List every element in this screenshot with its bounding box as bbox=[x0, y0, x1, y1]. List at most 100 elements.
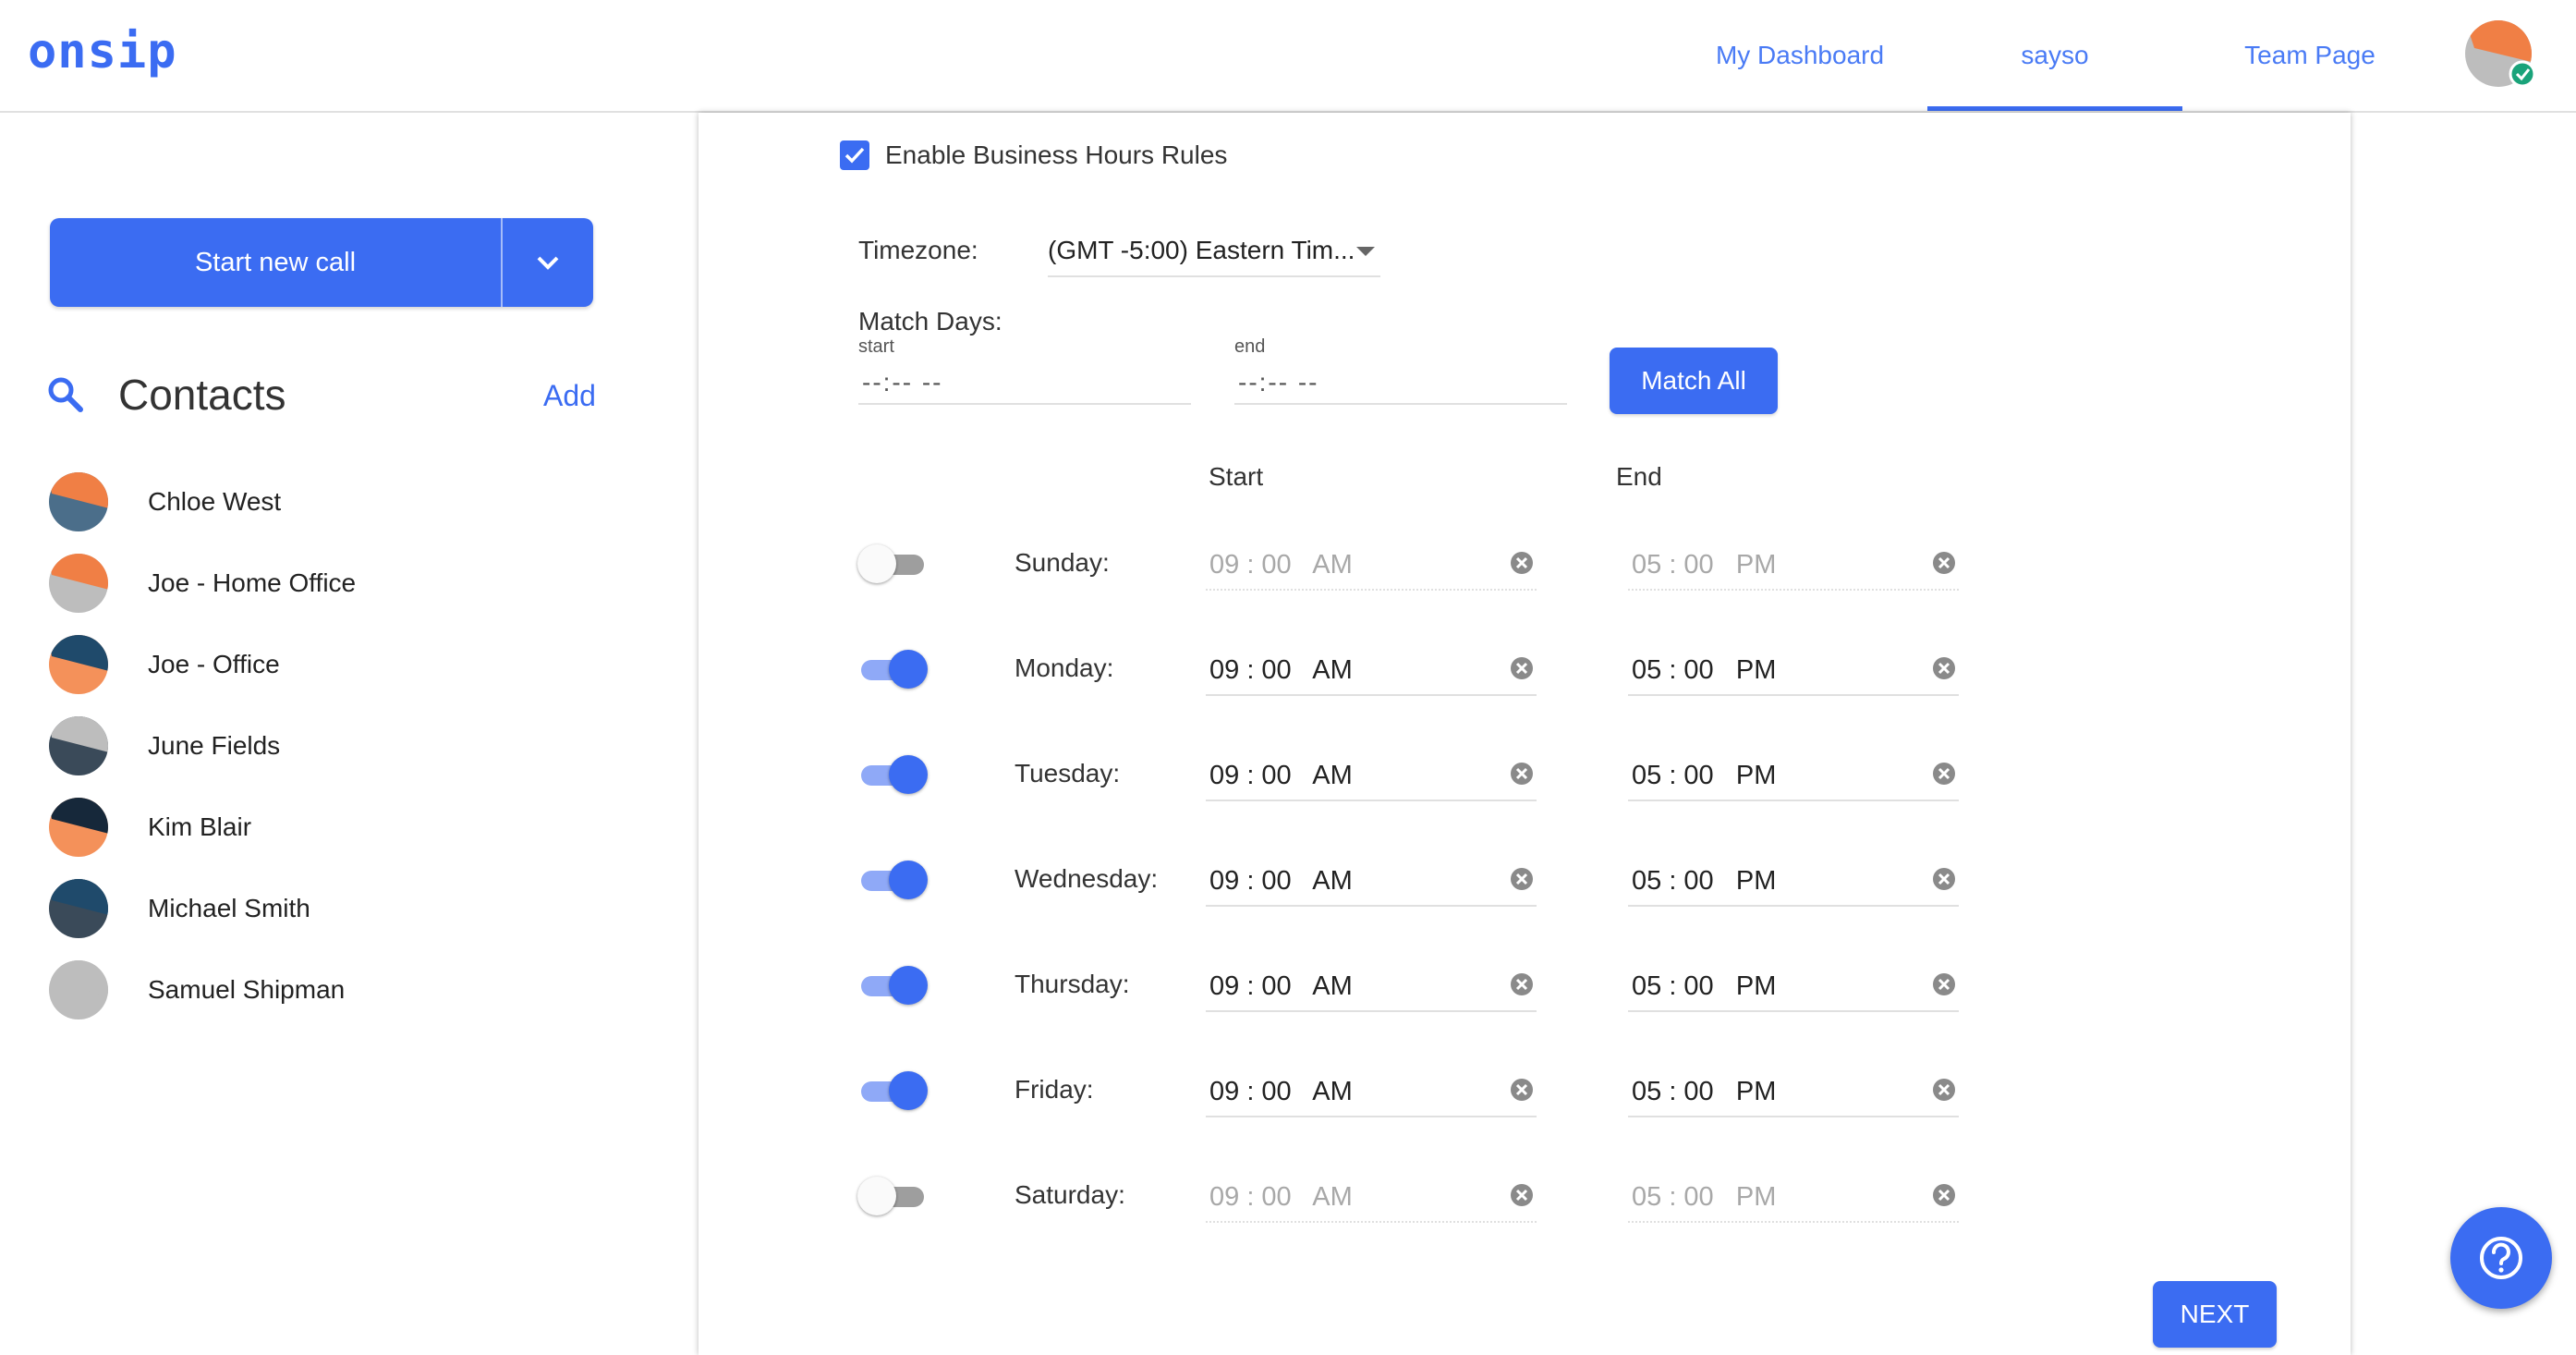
clear-icon[interactable] bbox=[1931, 1182, 1957, 1208]
user-avatar[interactable] bbox=[2465, 20, 2536, 91]
contact-item[interactable]: Michael Smith bbox=[48, 876, 602, 941]
sunday-start-time-value: 09 : 00 AM bbox=[1209, 550, 1353, 580]
online-status-icon bbox=[2509, 60, 2536, 88]
saturday-start-time-value: 09 : 00 AM bbox=[1209, 1182, 1353, 1212]
monday-end-time-input[interactable]: 05 : 00 PM bbox=[1628, 644, 1959, 696]
clear-icon[interactable] bbox=[1509, 550, 1535, 576]
tuesday-end-time-value: 05 : 00 PM bbox=[1632, 761, 1777, 790]
contact-item[interactable]: Joe - Office bbox=[48, 632, 602, 697]
clear-icon[interactable] bbox=[1931, 655, 1957, 681]
sunday-label: Sunday: bbox=[1015, 548, 1110, 577]
contact-avatar bbox=[49, 716, 108, 775]
enable-business-hours-checkbox[interactable] bbox=[840, 140, 869, 170]
contact-name: Michael Smith bbox=[148, 894, 310, 922]
chevron-down-icon bbox=[537, 256, 559, 270]
wednesday-start-time-value: 09 : 00 AM bbox=[1209, 866, 1353, 896]
clear-icon[interactable] bbox=[1509, 1182, 1535, 1208]
wednesday-end-time-input[interactable]: 05 : 00 PM bbox=[1628, 855, 1959, 907]
clear-icon[interactable] bbox=[1931, 1077, 1957, 1103]
friday-start-time-input[interactable]: 09 : 00 AM bbox=[1206, 1066, 1537, 1117]
friday-end-time-input[interactable]: 05 : 00 PM bbox=[1628, 1066, 1959, 1117]
timezone-value: (GMT -5:00) Eastern Tim... bbox=[1048, 236, 1355, 264]
tuesday-end-time-input[interactable]: 05 : 00 PM bbox=[1628, 750, 1959, 801]
check-icon bbox=[844, 147, 865, 164]
tab-my-dashboard[interactable]: My Dashboard bbox=[1672, 0, 1927, 111]
start-call-group: Start new call bbox=[50, 218, 593, 307]
monday-toggle[interactable] bbox=[857, 646, 928, 692]
match-all-button[interactable]: Match All bbox=[1610, 348, 1778, 414]
friday-toggle[interactable] bbox=[857, 1068, 928, 1114]
search-icon[interactable] bbox=[46, 375, 85, 414]
clear-icon[interactable] bbox=[1509, 655, 1535, 681]
tuesday-start-time-input[interactable]: 09 : 00 AM bbox=[1206, 750, 1537, 801]
thursday-end-time-input[interactable]: 05 : 00 PM bbox=[1628, 960, 1959, 1012]
wednesday-label: Wednesday: bbox=[1015, 864, 1159, 893]
call-options-dropdown-button[interactable] bbox=[503, 218, 593, 307]
clear-icon[interactable] bbox=[1509, 1077, 1535, 1103]
clear-icon[interactable] bbox=[1931, 761, 1957, 787]
tuesday-toggle[interactable] bbox=[857, 751, 928, 798]
friday-label: Friday: bbox=[1015, 1075, 1094, 1104]
add-contact-link[interactable]: Add bbox=[543, 379, 596, 413]
tuesday-start-time-value: 09 : 00 AM bbox=[1209, 761, 1353, 790]
clear-icon[interactable] bbox=[1509, 866, 1535, 892]
sunday-toggle[interactable] bbox=[857, 541, 928, 587]
match-days-label: Match Days: bbox=[858, 307, 1002, 336]
tab-team-page[interactable]: Team Page bbox=[2182, 0, 2437, 111]
match-start-time-input[interactable]: start --:-- -- bbox=[858, 336, 1191, 405]
contact-avatar bbox=[49, 798, 108, 857]
clear-icon[interactable] bbox=[1931, 866, 1957, 892]
friday-end-time-value: 05 : 00 PM bbox=[1632, 1077, 1777, 1106]
contact-avatar bbox=[49, 472, 108, 531]
onsip-logo[interactable]: onsip bbox=[28, 24, 177, 79]
end-column-header: End bbox=[1616, 462, 1662, 491]
wednesday-toggle[interactable] bbox=[857, 857, 928, 903]
match-end-label: end bbox=[1234, 336, 1266, 357]
contact-item[interactable]: June Fields bbox=[48, 714, 602, 778]
start-new-call-button[interactable]: Start new call bbox=[50, 218, 503, 307]
clear-icon[interactable] bbox=[1931, 550, 1957, 576]
contact-name: Kim Blair bbox=[148, 812, 252, 841]
next-button[interactable]: NEXT bbox=[2153, 1281, 2277, 1348]
wednesday-start-time-input[interactable]: 09 : 00 AM bbox=[1206, 855, 1537, 907]
clear-icon[interactable] bbox=[1509, 761, 1535, 787]
clear-icon[interactable] bbox=[1509, 971, 1535, 997]
thursday-end-time-value: 05 : 00 PM bbox=[1632, 971, 1777, 1001]
wednesday-end-time-value: 05 : 00 PM bbox=[1632, 866, 1777, 896]
help-button[interactable] bbox=[2450, 1207, 2552, 1309]
sidebar: Start new call Contacts Add Chloe West Jo… bbox=[0, 113, 699, 1355]
thursday-start-time-input[interactable]: 09 : 00 AM bbox=[1206, 960, 1537, 1012]
contact-name: Joe - Home Office bbox=[148, 568, 357, 597]
monday-start-time-input[interactable]: 09 : 00 AM bbox=[1206, 644, 1537, 696]
tuesday-label: Tuesday: bbox=[1015, 759, 1121, 787]
contact-name: Joe - Office bbox=[148, 650, 280, 678]
sunday-start-time-input[interactable]: 09 : 00 AM bbox=[1206, 539, 1537, 591]
tab-sayso[interactable]: sayso bbox=[1927, 0, 2182, 111]
business-hours-card: Enable Business Hours Rules Timezone: (G… bbox=[699, 113, 2351, 1355]
thursday-label: Thursday: bbox=[1015, 970, 1130, 998]
contact-item[interactable]: Kim Blair bbox=[48, 795, 602, 860]
thursday-toggle[interactable] bbox=[857, 962, 928, 1008]
dropdown-arrow-icon bbox=[1356, 247, 1375, 256]
sunday-end-time-input[interactable]: 05 : 00 PM bbox=[1628, 539, 1959, 591]
saturday-end-time-input[interactable]: 05 : 00 PM bbox=[1628, 1171, 1959, 1223]
contact-name: June Fields bbox=[148, 731, 281, 760]
timezone-select[interactable]: (GMT -5:00) Eastern Tim... bbox=[1048, 224, 1380, 277]
contact-avatar bbox=[49, 635, 108, 694]
saturday-end-time-value: 05 : 00 PM bbox=[1632, 1182, 1777, 1212]
contact-item[interactable]: Samuel Shipman bbox=[48, 958, 602, 1022]
timezone-label: Timezone: bbox=[858, 236, 978, 264]
saturday-toggle[interactable] bbox=[857, 1173, 928, 1219]
contact-avatar bbox=[49, 879, 108, 938]
contact-item[interactable]: Joe - Home Office bbox=[48, 551, 602, 616]
enable-business-hours-label: Enable Business Hours Rules bbox=[885, 140, 1228, 169]
contact-avatar bbox=[49, 960, 108, 1019]
contact-item[interactable]: Chloe West bbox=[48, 470, 602, 534]
contact-name: Samuel Shipman bbox=[148, 975, 346, 1004]
match-end-value: --:-- -- bbox=[1238, 368, 1319, 397]
match-start-value: --:-- -- bbox=[862, 368, 943, 397]
top-header: onsip My Dashboard sayso Team Page bbox=[0, 0, 2576, 113]
match-end-time-input[interactable]: end --:-- -- bbox=[1234, 336, 1567, 405]
clear-icon[interactable] bbox=[1931, 971, 1957, 997]
saturday-start-time-input[interactable]: 09 : 00 AM bbox=[1206, 1171, 1537, 1223]
